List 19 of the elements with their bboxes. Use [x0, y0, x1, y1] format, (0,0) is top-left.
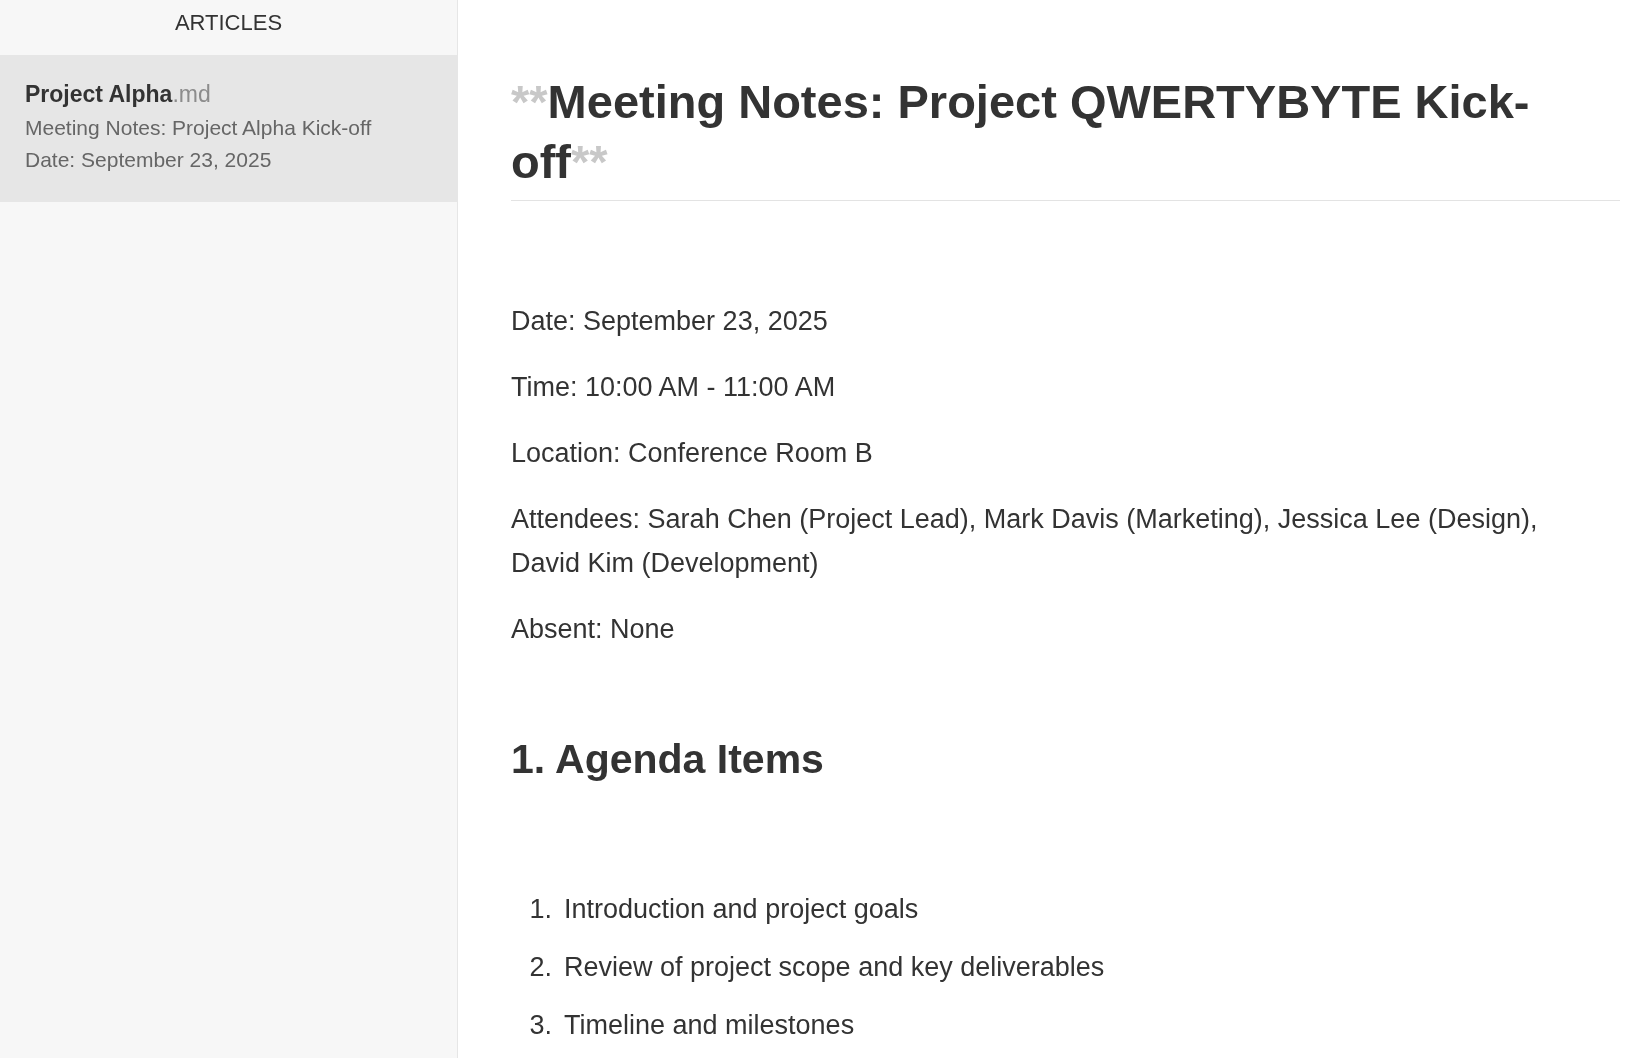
- list-number: 1.: [528, 892, 553, 926]
- paragraph: Time: 10:00 AM - 11:00 AM: [511, 371, 837, 404]
- paragraph: Location: Conference Room B: [511, 437, 874, 470]
- paragraph: Attendees: Sarah Chen (Project Lead), Mark Davis (Marketing), Jessica Lee (Design), David Kim (Development): [511, 503, 1539, 580]
- list-number: 3.: [528, 1008, 553, 1042]
- list-number: 2.: [528, 950, 553, 984]
- section-heading: 1. Agenda Items: [511, 735, 825, 784]
- list-item-text: Introduction and project goals: [564, 892, 919, 926]
- file-extension: .md: [172, 81, 211, 107]
- document-title: **Meeting Notes: Project QWERTYBYTE Kick-off**: [511, 72, 1620, 201]
- article-title: Project Alpha: [25, 81, 173, 107]
- article-excerpt: Date: September 23, 2025: [25, 146, 273, 173]
- list-item-text: Timeline and milestones: [564, 1008, 855, 1042]
- paragraph: Absent: None: [511, 613, 676, 646]
- article-item[interactable]: Project Alpha.md Meeting Notes: Project Alpha Kick-off Date: September 23, 2025: [0, 55, 457, 202]
- paragraph: Date: September 23, 2025: [511, 305, 829, 338]
- sidebar-header: ARTICLES: [173, 9, 284, 37]
- article-excerpt: Meeting Notes: Project Alpha Kick-off: [25, 114, 373, 141]
- list-item-text: Review of project scope and key deliverables: [564, 950, 1105, 984]
